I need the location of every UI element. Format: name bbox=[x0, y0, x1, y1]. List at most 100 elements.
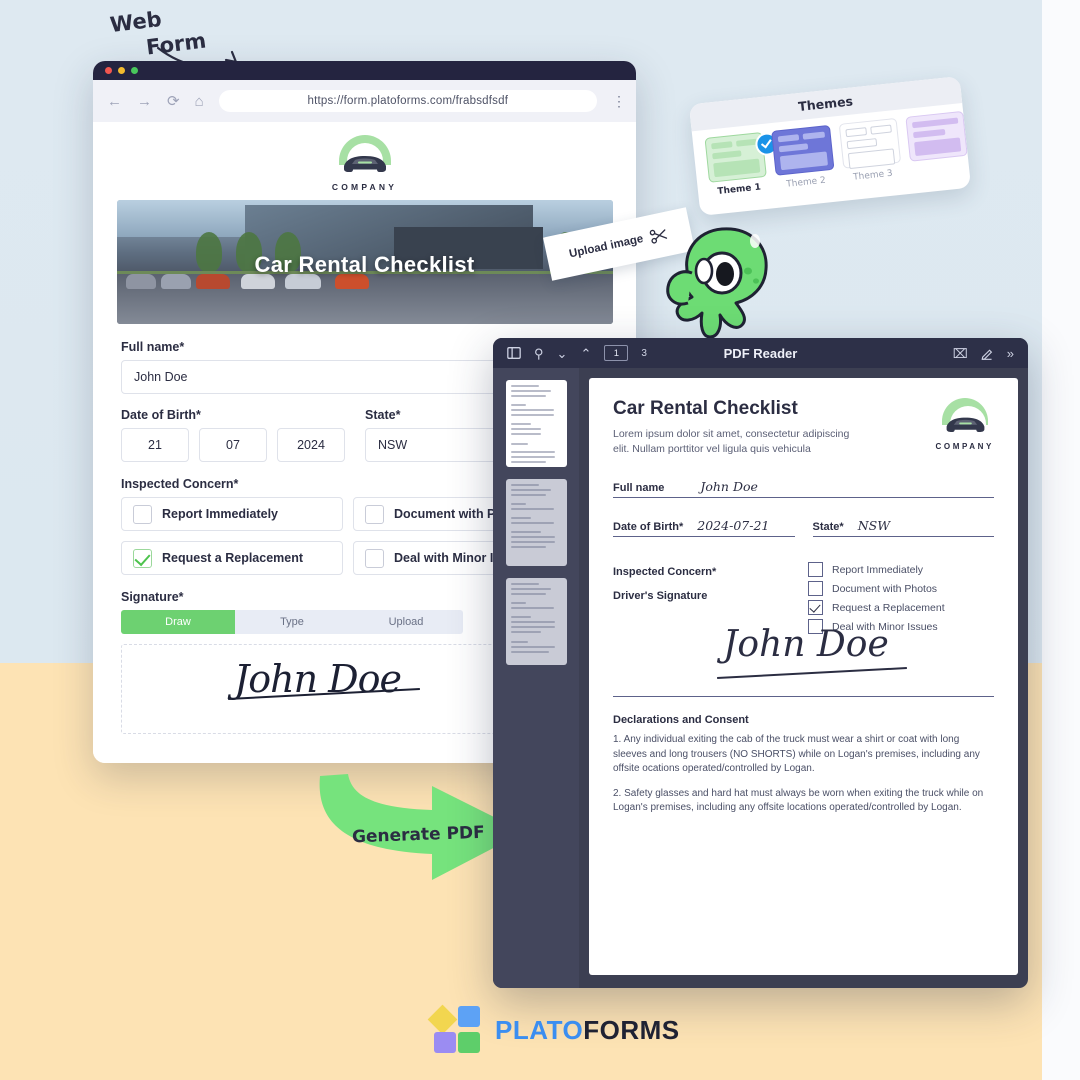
pdf-declaration-2: 2. Safety glasses and hard hat must alwa… bbox=[613, 787, 984, 814]
pdf-reader-window: ⚲ ⌄ ⌃ 1 3 PDF Reader ⌧ » Car Rental Chec… bbox=[493, 338, 1028, 988]
window-close-button[interactable] bbox=[105, 67, 112, 74]
pdf-full-name-value: John Doe bbox=[700, 479, 758, 495]
reload-icon[interactable]: ⟳ bbox=[167, 94, 180, 109]
pdf-state-value: NSW bbox=[857, 518, 891, 534]
arrow-left-icon[interactable]: ← bbox=[107, 94, 122, 109]
tab-type[interactable]: Type bbox=[235, 610, 349, 634]
pdf-declaration-1: 1. Any individual exiting the cab of the… bbox=[613, 734, 980, 775]
dob-month-input[interactable]: 07 bbox=[199, 428, 267, 462]
tab-upload[interactable]: Upload bbox=[349, 610, 463, 634]
platoforms-mark-icon bbox=[427, 1004, 480, 1054]
dob-day-input[interactable]: 21 bbox=[121, 428, 189, 462]
theme-option-1[interactable]: Theme 1 bbox=[704, 131, 780, 198]
logo-diamond-yellow bbox=[427, 1004, 458, 1035]
pdf-reader-body: Car Rental Checklist Lorem ipsum dolor s… bbox=[493, 368, 1028, 988]
pdf-header-text: Car Rental Checklist Lorem ipsum dolor s… bbox=[613, 398, 858, 457]
theme-3-label: Theme 3 bbox=[852, 168, 894, 183]
pdf-dob-label: Date of Birth* bbox=[613, 521, 684, 534]
company-logo: COMPANY bbox=[93, 122, 636, 192]
pdf-reader-title: PDF Reader bbox=[723, 345, 798, 361]
platoforms-wordmark: PLATOFORMS bbox=[495, 1015, 680, 1046]
pdf-page-viewport[interactable]: Car Rental Checklist Lorem ipsum dolor s… bbox=[579, 368, 1028, 988]
platoforms-logo: PLATOFORMS bbox=[427, 1004, 680, 1054]
pdf-checkbox-label: Report Immediately bbox=[832, 563, 924, 576]
home-icon[interactable]: ⌂ bbox=[195, 94, 204, 109]
pdf-dob-state-rows: Date of Birth* 2024-07-21 State* NSW bbox=[613, 518, 994, 538]
company-logo-text: COMPANY bbox=[331, 182, 398, 192]
arrow-right-icon[interactable]: → bbox=[137, 94, 152, 109]
hero-banner: Car Rental Checklist bbox=[116, 200, 613, 324]
checkbox-request-a-replacement[interactable]: Request a Replacement bbox=[121, 541, 343, 575]
pdf-checkbox-box bbox=[808, 581, 823, 597]
pdf-checkbox-label: Document with Photos bbox=[832, 582, 938, 595]
browser-toolbar: ← → ⟳ ⌂ https://form.platoforms.com/frab… bbox=[93, 80, 636, 122]
dob-label: Date of Birth* bbox=[121, 408, 201, 422]
pdf-full-name-label: Full name bbox=[613, 482, 665, 495]
logo-square-green bbox=[458, 1032, 480, 1053]
pdf-full-name-row: Full name John Doe bbox=[613, 479, 994, 499]
checkbox-box[interactable] bbox=[365, 548, 384, 568]
background-right-strip bbox=[1042, 0, 1080, 1080]
brand-part-forms: FORMS bbox=[583, 1014, 680, 1045]
dob-year-value: 2024 bbox=[297, 438, 325, 452]
theme-2-preview bbox=[771, 124, 835, 176]
pdf-dob-row: Date of Birth* 2024-07-21 bbox=[613, 518, 795, 538]
checkbox-label: Report Immediately bbox=[162, 507, 279, 521]
theme-option-2[interactable]: Theme 2 bbox=[771, 124, 835, 191]
pdf-toolbar-right: ⌧ » bbox=[953, 347, 1014, 360]
checkbox-label: Request a Replacement bbox=[162, 551, 304, 565]
theme-option-3[interactable]: Theme 3 bbox=[838, 117, 902, 184]
dob-day-value: 21 bbox=[148, 438, 162, 452]
state-value: NSW bbox=[378, 438, 408, 452]
dob-group: Date of Birth* 21 07 2024 bbox=[121, 408, 345, 462]
checkbox-box[interactable] bbox=[133, 548, 152, 568]
car-glyph bbox=[946, 417, 985, 432]
pdf-thumbnail-page-1[interactable] bbox=[505, 380, 567, 467]
themes-title: Themes bbox=[797, 93, 854, 115]
theme-2-label: Theme 2 bbox=[785, 175, 827, 190]
theme-option-4[interactable] bbox=[905, 110, 969, 177]
pdf-document-subtitle: Lorem ipsum dolor sit amet, consectetur … bbox=[613, 428, 850, 456]
octopus-mascot bbox=[666, 227, 768, 339]
pdf-signature-label: Driver's Signature bbox=[613, 590, 708, 603]
pdf-document-header: Car Rental Checklist Lorem ipsum dolor s… bbox=[613, 398, 994, 457]
theme-4-preview bbox=[905, 110, 968, 162]
car-glyph bbox=[343, 156, 386, 172]
web-form-annotation: Web Form bbox=[104, 7, 254, 69]
dob-year-input[interactable]: 2024 bbox=[277, 428, 345, 462]
pdf-thumbnail-sidebar[interactable] bbox=[493, 368, 579, 988]
kebab-menu-icon[interactable]: ⋮ bbox=[612, 94, 626, 108]
car-logo-icon bbox=[337, 135, 393, 179]
pdf-thumbnail-page-2[interactable] bbox=[505, 479, 567, 566]
checkbox-box[interactable] bbox=[133, 504, 152, 524]
pdf-checkbox-box bbox=[808, 562, 823, 578]
window-maximize-button[interactable] bbox=[131, 67, 138, 74]
text-cursor-icon[interactable]: ⌧ bbox=[953, 347, 968, 360]
pdf-checkbox-report-immediately: Report Immediately bbox=[808, 562, 945, 578]
pdf-company-logo: COMPANY bbox=[936, 398, 995, 451]
car-logo-icon bbox=[940, 398, 990, 438]
dob-month-value: 07 bbox=[226, 438, 240, 452]
pdf-document-page: Car Rental Checklist Lorem ipsum dolor s… bbox=[589, 378, 1018, 975]
chevron-double-right-icon[interactable]: » bbox=[1007, 347, 1014, 360]
pdf-declarations-title: Declarations and Consent bbox=[613, 714, 749, 727]
theme-4-label bbox=[910, 161, 968, 167]
signature-value: John Doe bbox=[234, 657, 402, 701]
address-bar[interactable]: https://form.platoforms.com/frabsdfsdf bbox=[218, 90, 597, 112]
address-bar-text: https://form.platoforms.com/frabsdfsdf bbox=[307, 95, 509, 107]
checkbox-report-immediately[interactable]: Report Immediately bbox=[121, 497, 343, 531]
checkbox-box[interactable] bbox=[365, 504, 384, 524]
pencil-highlight-icon[interactable] bbox=[981, 347, 994, 360]
pdf-reader-toolbar: ⚲ ⌄ ⌃ 1 3 PDF Reader ⌧ » bbox=[493, 338, 1028, 368]
tab-draw[interactable]: Draw bbox=[121, 610, 235, 634]
pdf-company-name: COMPANY bbox=[935, 442, 994, 451]
pdf-dob-value: 2024-07-21 bbox=[697, 518, 770, 534]
pdf-signature-area: John Doe bbox=[613, 610, 994, 698]
pdf-document-title: Car Rental Checklist bbox=[613, 398, 798, 419]
browser-titlebar bbox=[93, 61, 636, 80]
window-minimize-button[interactable] bbox=[118, 67, 125, 74]
signature-tabs: Draw Type Upload bbox=[121, 610, 463, 634]
pdf-state-row: State* NSW bbox=[812, 518, 994, 538]
hero-title: Car Rental Checklist bbox=[254, 252, 475, 277]
pdf-thumbnail-page-3[interactable] bbox=[505, 578, 567, 665]
